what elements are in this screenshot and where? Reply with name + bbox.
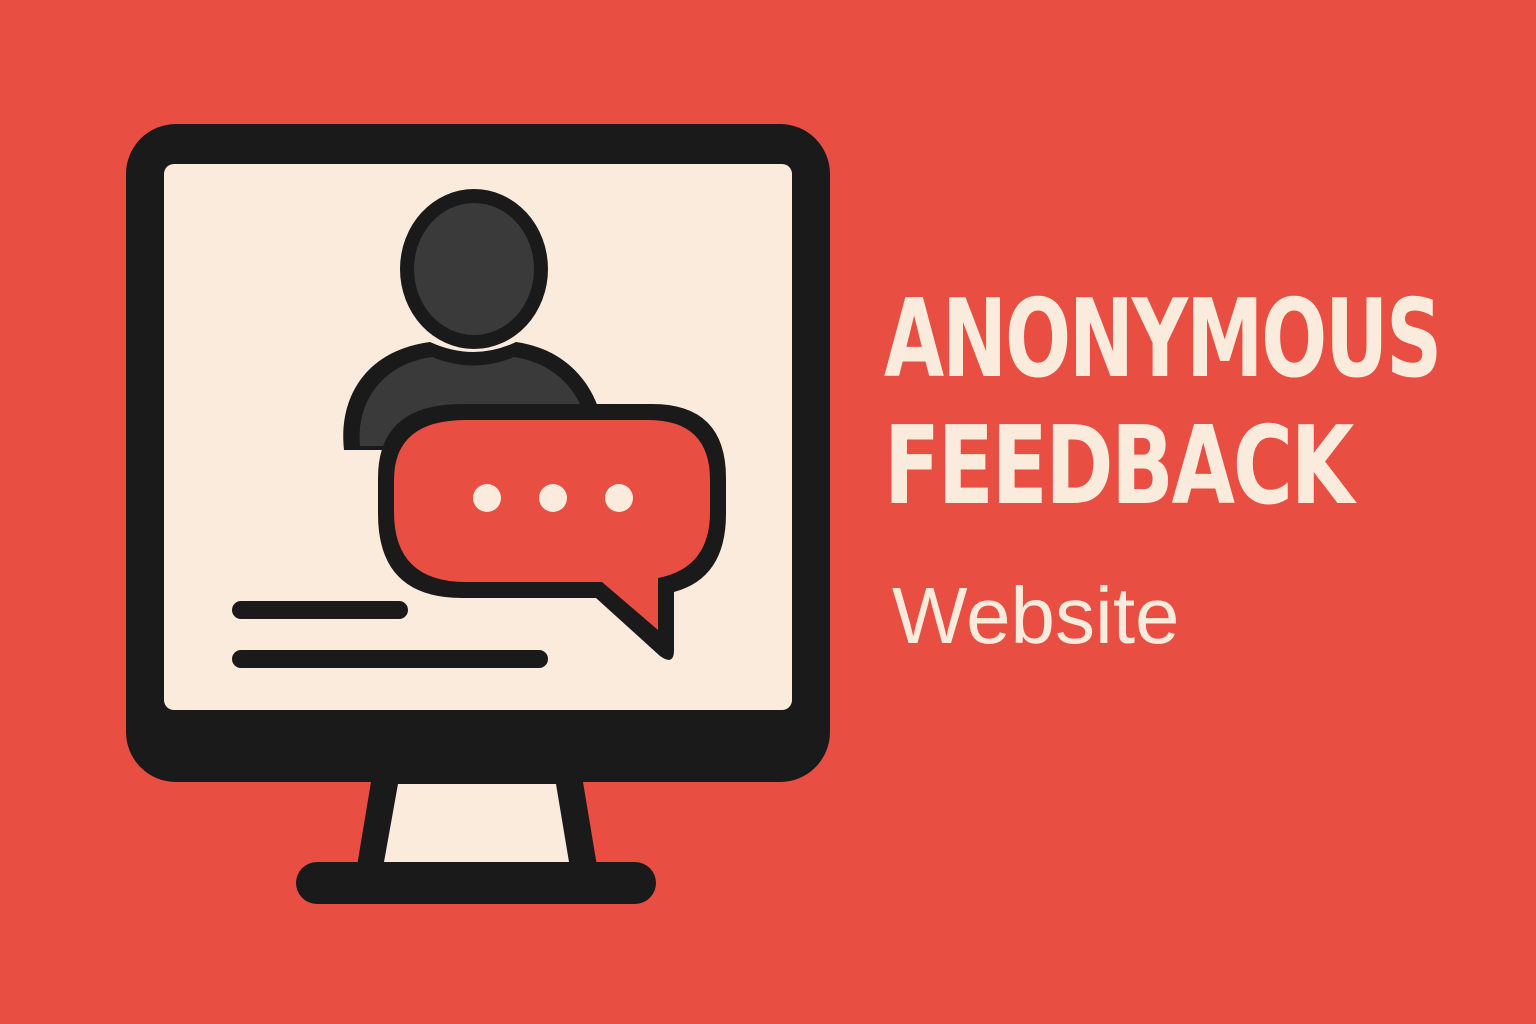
ellipsis-dot — [473, 484, 501, 512]
monitor-stand — [296, 776, 656, 904]
headline-anonymous: ANONYMOUS — [884, 277, 1442, 402]
ellipsis-dot — [605, 484, 633, 512]
ellipsis-dot — [539, 484, 567, 512]
headline-feedback: FEEDBACK — [884, 404, 1354, 529]
subtitle-website: Website — [892, 571, 1180, 660]
text-line-short — [232, 601, 408, 619]
text-line-long — [232, 650, 548, 668]
